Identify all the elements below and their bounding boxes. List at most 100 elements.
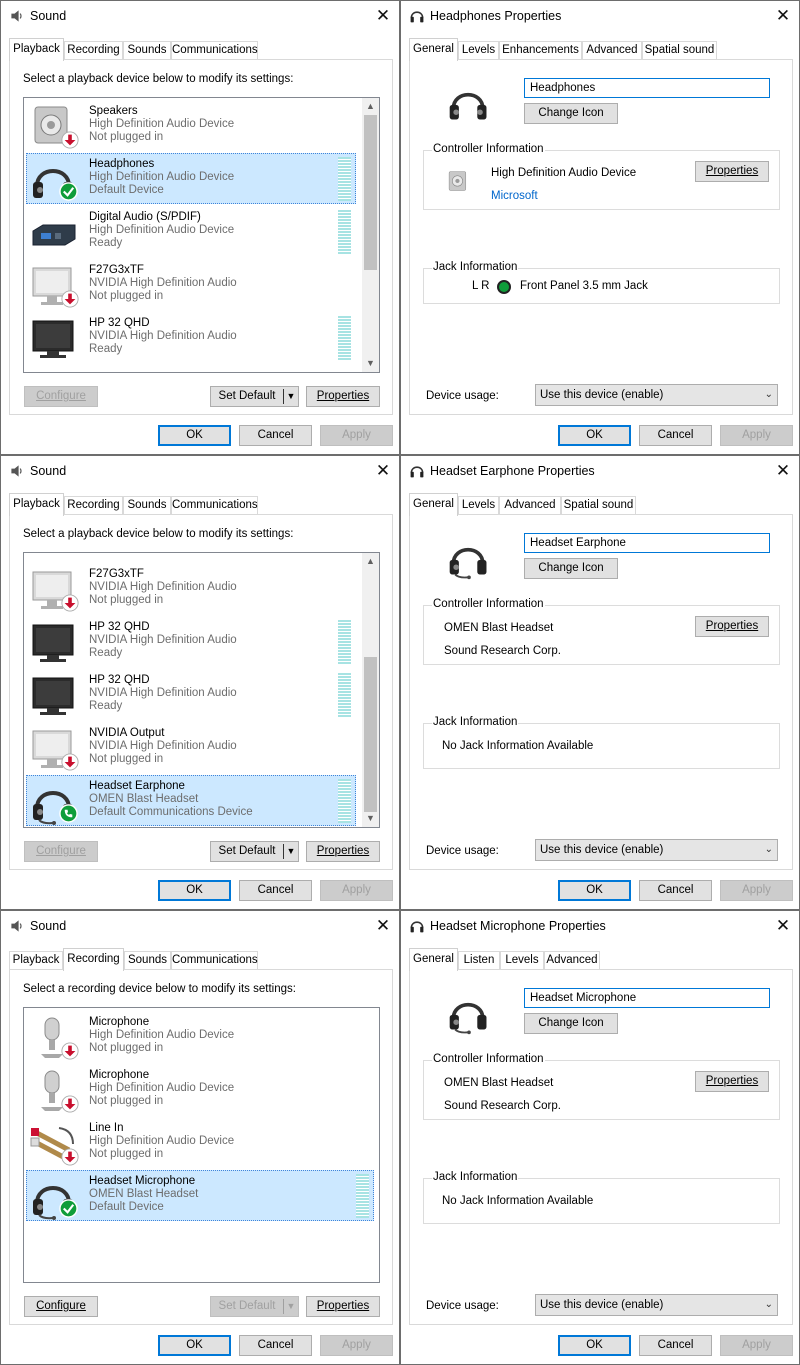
vertical-scrollbar[interactable]: ▲ ▼ xyxy=(362,98,379,372)
device-list[interactable]: Microphone High Definition Audio Device … xyxy=(23,1007,380,1283)
close-button[interactable]: ✕ xyxy=(767,456,799,486)
tab-communications[interactable]: Communications xyxy=(171,951,258,970)
scroll-up-arrow-icon[interactable]: ▲ xyxy=(362,553,379,570)
set-default-button[interactable]: Set Default ▼ xyxy=(210,386,299,407)
ok-button[interactable]: OK xyxy=(158,425,231,446)
cancel-button[interactable]: Cancel xyxy=(639,1335,712,1356)
apply-button[interactable]: Apply xyxy=(320,880,393,901)
apply-button[interactable]: Apply xyxy=(720,1335,793,1356)
tab-sounds[interactable]: Sounds xyxy=(123,496,171,515)
tab-communications[interactable]: Communications xyxy=(171,41,258,60)
list-item-hp-32-qhd-2[interactable]: HP 32 QHD NVIDIA High Definition Audio R… xyxy=(26,669,356,720)
tab-playback[interactable]: Playback xyxy=(9,38,64,61)
list-item-headphones[interactable]: Headphones High Definition Audio Device … xyxy=(26,153,356,204)
tab-enhancements[interactable]: Enhancements xyxy=(499,41,582,60)
list-item-microphone[interactable]: Microphone High Definition Audio Device … xyxy=(26,1011,356,1062)
cancel-button[interactable]: Cancel xyxy=(239,425,312,446)
cancel-button[interactable]: Cancel xyxy=(639,425,712,446)
device-name-input[interactable]: Headset Microphone xyxy=(524,988,770,1008)
list-item-speakers[interactable]: Speakers High Definition Audio Device No… xyxy=(26,100,356,151)
tab-recording[interactable]: Recording xyxy=(63,948,124,971)
close-button[interactable]: ✕ xyxy=(367,456,399,486)
device-usage-select[interactable]: Use this device (enable) ⌄ xyxy=(535,1294,778,1316)
device-usage-select[interactable]: Use this device (enable) ⌄ xyxy=(535,384,778,406)
tab-levels[interactable]: Levels xyxy=(458,496,499,515)
tab-sounds[interactable]: Sounds xyxy=(123,41,171,60)
scroll-down-arrow-icon[interactable]: ▼ xyxy=(362,810,379,827)
controller-vendor-link[interactable]: Microsoft xyxy=(491,190,538,202)
close-button[interactable]: ✕ xyxy=(367,911,399,941)
apply-button[interactable]: Apply xyxy=(720,880,793,901)
controller-properties-button[interactable]: Properties xyxy=(695,161,769,182)
dropdown-arrow-icon[interactable]: ▼ xyxy=(285,842,297,861)
ok-button[interactable]: OK xyxy=(558,880,631,901)
change-icon-button[interactable]: Change Icon xyxy=(524,103,618,124)
list-item-nvidia-output[interactable]: NVIDIA Output NVIDIA High Definition Aud… xyxy=(26,722,356,773)
tab-general[interactable]: General xyxy=(409,38,458,61)
configure-button[interactable]: Configure xyxy=(24,1296,98,1317)
properties-button[interactable]: Properties xyxy=(306,841,380,862)
cancel-button[interactable]: Cancel xyxy=(239,880,312,901)
properties-button[interactable]: Properties xyxy=(306,386,380,407)
close-button[interactable]: ✕ xyxy=(767,1,799,31)
tab-listen[interactable]: Listen xyxy=(458,951,500,970)
tab-general[interactable]: General xyxy=(409,948,458,971)
close-button[interactable]: ✕ xyxy=(367,1,399,31)
ok-button[interactable]: OK xyxy=(558,425,631,446)
close-button[interactable]: ✕ xyxy=(767,911,799,941)
dropdown-arrow-icon[interactable]: ▼ xyxy=(285,1297,297,1316)
set-default-label: Set Default xyxy=(218,1300,276,1312)
change-icon-button[interactable]: Change Icon xyxy=(524,1013,618,1034)
scroll-thumb[interactable] xyxy=(364,657,377,812)
device-list[interactable]: F27G3xTF NVIDIA High Definition Audio No… xyxy=(23,552,380,828)
tab-sounds[interactable]: Sounds xyxy=(124,951,171,970)
list-item-f27g3xtf[interactable]: F27G3xTF NVIDIA High Definition Audio No… xyxy=(26,563,356,614)
tab-advanced[interactable]: Advanced xyxy=(499,496,561,515)
cancel-button[interactable]: Cancel xyxy=(239,1335,312,1356)
device-name-input[interactable]: Headphones xyxy=(524,78,770,98)
list-item-hp-32-qhd[interactable]: HP 32 QHD NVIDIA High Definition Audio R… xyxy=(26,616,356,667)
vertical-scrollbar[interactable]: ▲ ▼ xyxy=(362,553,379,827)
tab-levels[interactable]: Levels xyxy=(458,41,499,60)
ok-button[interactable]: OK xyxy=(158,1335,231,1356)
device-name-input[interactable]: Headset Earphone xyxy=(524,533,770,553)
list-item-headset-earphone[interactable]: Headset Earphone OMEN Blast Headset Defa… xyxy=(26,775,356,826)
ok-button[interactable]: OK xyxy=(558,1335,631,1356)
set-default-button[interactable]: Set Default ▼ xyxy=(210,1296,299,1317)
tab-playback[interactable]: Playback xyxy=(9,951,63,970)
apply-button[interactable]: Apply xyxy=(320,425,393,446)
list-item-digital-audio[interactable]: Digital Audio (S/PDIF) High Definition A… xyxy=(26,206,356,257)
cancel-button[interactable]: Cancel xyxy=(639,880,712,901)
tab-levels[interactable]: Levels xyxy=(500,951,544,970)
properties-button[interactable]: Properties xyxy=(306,1296,380,1317)
tab-recording[interactable]: Recording xyxy=(64,41,123,60)
tab-spatial-sound[interactable]: Spatial sound xyxy=(642,41,717,60)
configure-button[interactable]: Configure xyxy=(24,841,98,862)
tab-playback[interactable]: Playback xyxy=(9,493,64,516)
controller-properties-button[interactable]: Properties xyxy=(695,1071,769,1092)
list-item-line-in[interactable]: Line In High Definition Audio Device Not… xyxy=(26,1117,356,1168)
ok-button[interactable]: OK xyxy=(158,880,231,901)
controller-properties-button[interactable]: Properties xyxy=(695,616,769,637)
tab-general[interactable]: General xyxy=(409,493,458,516)
tab-communications[interactable]: Communications xyxy=(171,496,258,515)
apply-button[interactable]: Apply xyxy=(720,425,793,446)
list-item-headset-microphone[interactable]: Headset Microphone OMEN Blast Headset De… xyxy=(26,1170,374,1221)
configure-button[interactable]: Configure xyxy=(24,386,98,407)
scroll-thumb[interactable] xyxy=(364,115,377,270)
list-item-f27g3xtf[interactable]: F27G3xTF NVIDIA High Definition Audio No… xyxy=(26,259,356,310)
tab-spatial-sound[interactable]: Spatial sound xyxy=(561,496,636,515)
device-list[interactable]: Speakers High Definition Audio Device No… xyxy=(23,97,380,373)
set-default-button[interactable]: Set Default ▼ xyxy=(210,841,299,862)
tab-advanced[interactable]: Advanced xyxy=(582,41,642,60)
dropdown-arrow-icon[interactable]: ▼ xyxy=(285,387,297,406)
list-item-hp-32-qhd[interactable]: HP 32 QHD NVIDIA High Definition Audio R… xyxy=(26,312,356,363)
change-icon-button[interactable]: Change Icon xyxy=(524,558,618,579)
apply-button[interactable]: Apply xyxy=(320,1335,393,1356)
tab-advanced[interactable]: Advanced xyxy=(544,951,600,970)
device-usage-select[interactable]: Use this device (enable) ⌄ xyxy=(535,839,778,861)
scroll-down-arrow-icon[interactable]: ▼ xyxy=(362,355,379,372)
tab-recording[interactable]: Recording xyxy=(64,496,123,515)
list-item-microphone-2[interactable]: Microphone High Definition Audio Device … xyxy=(26,1064,356,1115)
scroll-up-arrow-icon[interactable]: ▲ xyxy=(362,98,379,115)
